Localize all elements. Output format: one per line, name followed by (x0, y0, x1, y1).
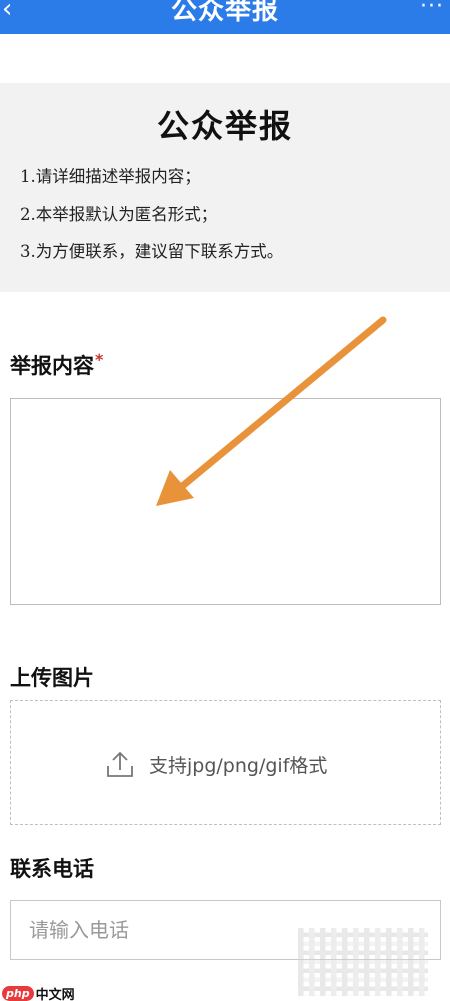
upload-prompt[interactable]: 支持jpg/png/gif格式 (105, 747, 327, 781)
image-upload-area[interactable]: 支持jpg/png/gif格式 (10, 700, 441, 825)
notice-line: 3.为方便联系，建议留下联系方式。 (20, 242, 284, 261)
more-options-icon[interactable]: ··· (420, 0, 444, 19)
required-mark: * (95, 350, 104, 369)
watermark-badge: php (2, 986, 34, 1001)
page-title: 公众举报 (170, 0, 279, 26)
site-watermark: php 中文网 (2, 984, 75, 1001)
upload-hint: 支持jpg/png/gif格式 (149, 754, 328, 777)
report-content-label: 举报内容* (10, 350, 103, 380)
watermark-text: 中文网 (35, 988, 75, 1001)
upload-icon (107, 751, 133, 777)
notice-panel: 公众举报 1.请详细描述举报内容； 2.本举报默认为匿名形式； 3.为方便联系，… (0, 83, 450, 292)
blurred-watermark (298, 928, 428, 996)
phone-label: 联系电话 (10, 857, 94, 881)
upload-label: 上传图片 (10, 666, 94, 690)
top-nav-bar: ‹ 公众举报 ··· (0, 0, 450, 34)
notice-line: 2.本举报默认为匿名形式； (20, 205, 218, 224)
report-content-textarea[interactable] (10, 398, 441, 605)
notice-line: 1.请详细描述举报内容； (20, 167, 201, 186)
report-content-label-text: 举报内容 (10, 354, 94, 378)
notice-title: 公众举报 (156, 107, 293, 145)
